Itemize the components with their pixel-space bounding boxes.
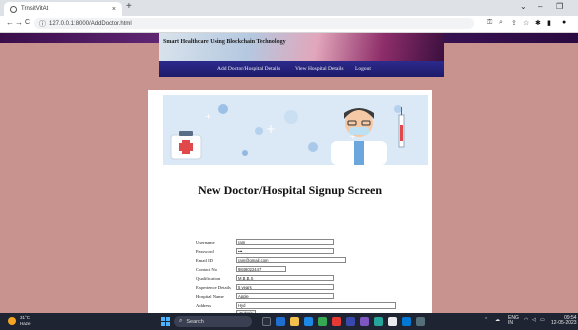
chevron-down-icon[interactable]: ⌄	[520, 2, 527, 11]
svg-text:+: +	[205, 112, 212, 121]
chrome-icon[interactable]	[388, 317, 397, 326]
page-viewport: Smart Healthcare Using Blockchain Techno…	[0, 33, 578, 316]
profile-icon[interactable]: ●	[562, 19, 566, 26]
store-icon[interactable]	[318, 317, 327, 326]
form-row-address: Address Hyd	[196, 301, 396, 309]
hospital-name-label: Hospital Name	[196, 293, 224, 299]
tray-chevron-icon[interactable]: ⌃	[484, 318, 488, 323]
address-label: Address	[196, 302, 212, 308]
edge-icon[interactable]	[304, 317, 313, 326]
windows-start-icon[interactable]	[161, 317, 170, 326]
doctor-illustration: + + +	[163, 95, 428, 165]
lang-sub: IN	[508, 320, 513, 326]
bookmark-star-icon[interactable]: ☆	[523, 19, 529, 27]
restore-button[interactable]: ❐	[556, 2, 563, 11]
content-panel: + + + New Doctor/Hospital Signup Screen …	[148, 90, 432, 316]
form-row-email: Email ID ram@gmail.com	[196, 256, 346, 264]
key-icon[interactable]: ⚿	[487, 19, 492, 27]
terminal-icon[interactable]	[416, 317, 425, 326]
email-label: Email ID	[196, 257, 213, 263]
browser-tab[interactable]: TrnsitVitAt ×	[4, 2, 122, 16]
form-row-experience: Experience Details 5 years	[196, 283, 334, 291]
sidebar-icon[interactable]: ▮	[547, 19, 551, 27]
username-input[interactable]: ram	[236, 239, 334, 245]
language-indicator[interactable]: ENG IN	[508, 316, 519, 326]
share-icon[interactable]: ⇪	[511, 19, 517, 27]
qualification-label: Qualification	[196, 275, 221, 281]
site-info-icon[interactable]: ⓘ	[39, 19, 46, 29]
browser-tab-strip: TrnsitVitAt × + ⌄ – ❐	[0, 0, 578, 16]
qualification-input[interactable]: M.B.B.S	[236, 275, 334, 281]
form-row-password: Password •••	[196, 247, 334, 255]
form-row-hospital-name: Hospital Name Apple	[196, 292, 334, 300]
address-bar[interactable]: ⓘ 127.0.0.1:8000/AddDoctor.html	[34, 18, 474, 29]
app-icon-purple[interactable]	[360, 317, 369, 326]
volume-icon[interactable]: ◁	[532, 318, 536, 323]
new-tab-button[interactable]: +	[126, 1, 132, 12]
email-input[interactable]: ram@gmail.com	[236, 257, 346, 263]
svg-text:+: +	[266, 122, 276, 136]
favicon-icon	[10, 5, 17, 13]
site-navbar: Add Doctor/Hospital Details View Hospita…	[159, 61, 444, 77]
weather-desc: Haze	[20, 321, 31, 326]
file-explorer-icon[interactable]	[290, 317, 299, 326]
task-view-icon[interactable]	[262, 317, 271, 326]
experience-label: Experience Details	[196, 284, 231, 290]
form-row-qualification: Qualification M.B.B.S	[196, 274, 334, 282]
search-icon: ⌕	[179, 318, 183, 324]
wifi-icon[interactable]: ◠	[524, 318, 528, 323]
experience-input[interactable]: 5 years	[236, 284, 334, 290]
reload-button[interactable]: C	[25, 19, 30, 26]
back-button[interactable]: ←	[6, 18, 14, 27]
browser-toolbar: ← → C ⓘ 127.0.0.1:8000/AddDoctor.html ⚿ …	[0, 16, 578, 33]
form-row-contact: Contact No 9848022447	[196, 265, 286, 273]
weather-icon[interactable]	[8, 317, 16, 325]
site-title: Smart Healthcare Using Blockchain Techno…	[163, 39, 286, 45]
username-label: Username	[196, 239, 215, 245]
clock[interactable]: 09:54 12-05-2023	[551, 316, 577, 326]
battery-icon[interactable]: ▭	[540, 318, 545, 323]
password-input[interactable]: •••	[236, 248, 334, 254]
address-bar-url: 127.0.0.1:8000/AddDoctor.html	[49, 20, 132, 27]
app-icon-blue[interactable]	[346, 317, 355, 326]
taskbar-search[interactable]: ⌕ Search	[174, 316, 252, 327]
windows-taskbar: 31°C Haze ⌕ Search ⌃ ☁ ENG IN ◠ ◁ ▭ 09:5…	[0, 313, 578, 330]
weather-widget[interactable]: 31°C Haze	[20, 315, 31, 327]
clock-date: 12-05-2023	[551, 320, 577, 326]
forward-button[interactable]: →	[15, 18, 23, 27]
app-icon-teal[interactable]	[374, 317, 383, 326]
banner-image: + + +	[163, 95, 428, 165]
password-label: Password	[196, 248, 214, 254]
app-icon-windows[interactable]	[402, 317, 411, 326]
hospital-name-input[interactable]: Apple	[236, 293, 334, 299]
contact-input[interactable]: 9848022447	[236, 266, 286, 272]
app-icon-red[interactable]	[332, 317, 341, 326]
nav-view-hospital[interactable]: View Hospital Details	[295, 66, 344, 72]
cloud-icon[interactable]: ☁	[495, 318, 500, 323]
minimize-button[interactable]: –	[538, 2, 542, 11]
nav-logout[interactable]: Logout	[355, 66, 371, 72]
form-row-username: Username ram	[196, 238, 334, 246]
tab-title: TrnsitVitAt	[21, 6, 49, 12]
contact-label: Contact No	[196, 266, 218, 272]
zoom-icon[interactable]: ⌕	[499, 19, 503, 27]
extensions-icon[interactable]: ✱	[535, 19, 541, 27]
close-tab-icon[interactable]: ×	[112, 6, 116, 13]
meet-icon[interactable]	[276, 317, 285, 326]
site-header: Smart Healthcare Using Blockchain Techno…	[159, 33, 444, 61]
address-textarea[interactable]: Hyd	[236, 301, 396, 309]
nav-add-doctor[interactable]: Add Doctor/Hospital Details	[217, 66, 280, 72]
search-placeholder: Search	[186, 318, 204, 325]
page-title: New Doctor/Hospital Signup Screen	[197, 183, 383, 197]
